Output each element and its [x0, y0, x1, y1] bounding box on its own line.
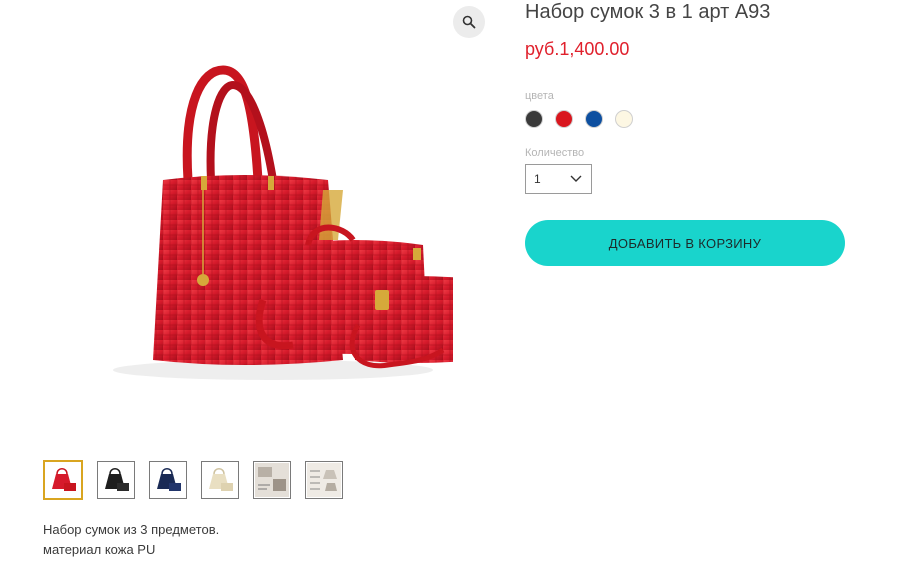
- add-to-cart-label: ДОБАВИТЬ В КОРЗИНУ: [608, 235, 762, 251]
- thumbnail-image: [151, 463, 185, 497]
- quantity-select[interactable]: 1: [525, 164, 592, 194]
- color-swatch-red[interactable]: [555, 110, 573, 128]
- thumbnail-image: [255, 463, 289, 497]
- color-swatch-blue[interactable]: [585, 110, 603, 128]
- color-swatch-cream[interactable]: [615, 110, 633, 128]
- color-swatches: [525, 110, 633, 128]
- thumbnail-image: [46, 463, 80, 497]
- product-price: руб.1,400.00: [525, 39, 630, 59]
- thumbnail-red-set[interactable]: [43, 460, 83, 500]
- color-swatch-black[interactable]: [525, 110, 543, 128]
- description-line: материал кожа PU: [43, 542, 156, 557]
- thumbnail-image: [203, 463, 237, 497]
- thumbnail-black-set[interactable]: [97, 461, 135, 499]
- product-description: Набор сумок из 3 предметов. материал кож…: [43, 520, 219, 560]
- thumbnail-image: [99, 463, 133, 497]
- product-title: Набор сумок 3 в 1 арт A93: [525, 1, 771, 23]
- description-line: Набор сумок из 3 предметов.: [43, 522, 220, 537]
- search-icon: [462, 15, 476, 29]
- quantity-label: Количество: [525, 147, 585, 159]
- thumbnail-image: [307, 463, 341, 497]
- colors-label: цвета: [525, 90, 554, 102]
- add-to-cart-button[interactable]: ДОБАВИТЬ В КОРЗИНУ: [525, 220, 845, 266]
- chevron-down-icon: [570, 175, 582, 182]
- main-product-image[interactable]: [93, 40, 453, 410]
- thumbnail-detail-photo[interactable]: [253, 461, 291, 499]
- product-gallery: Набор сумок из 3 предметов. материал кож…: [43, 0, 493, 561]
- thumbnail-navy-set[interactable]: [149, 461, 187, 499]
- product-page: Набор сумок из 3 предметов. материал кож…: [0, 0, 918, 561]
- thumbnail-cream-set[interactable]: [201, 461, 239, 499]
- thumbnail-size-chart[interactable]: [305, 461, 343, 499]
- thumbnail-strip: [43, 460, 343, 500]
- quantity-value: 1: [534, 172, 541, 186]
- zoom-button[interactable]: [453, 6, 485, 38]
